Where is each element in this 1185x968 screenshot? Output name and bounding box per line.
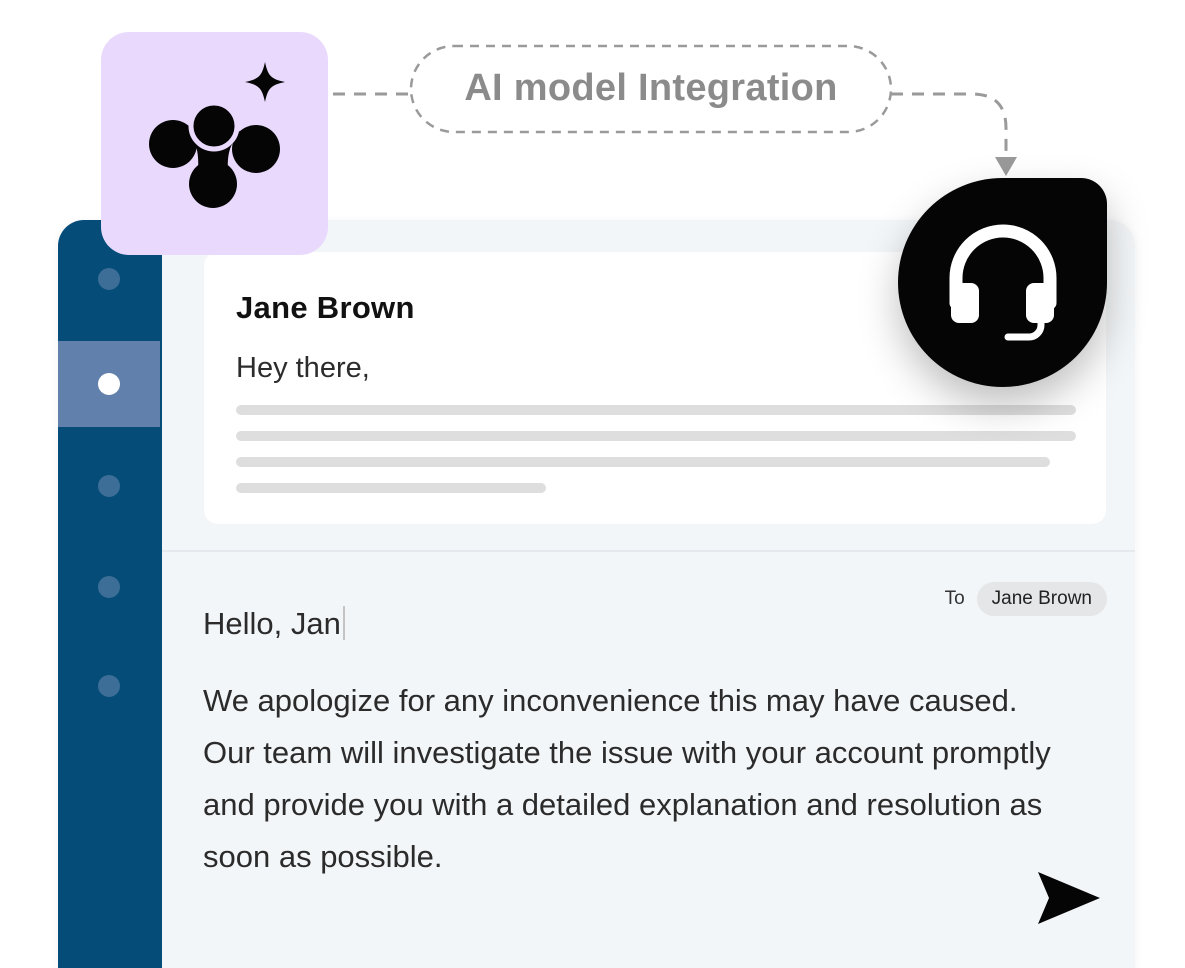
reply-body-text[interactable]: We apologize for any inconvenience this … [203,675,1063,883]
message-greeting: Hey there, [236,352,370,384]
text-cursor [342,606,345,640]
headset-icon [949,224,1057,341]
message-placeholder-line [236,405,1076,415]
recipient-chip[interactable]: Jane Brown [976,582,1107,616]
ai-sparkle-logo-icon [149,62,285,208]
message-placeholder-line [236,431,1076,441]
nav-dot-icon [98,576,120,598]
sidebar-item-2-active[interactable] [58,341,160,427]
sidebar-item-3[interactable] [58,443,160,529]
section-divider [162,550,1135,552]
support-badge [898,178,1107,387]
sidebar-item-4[interactable] [58,544,160,630]
reply-greeting-text: Hello, Jan [203,606,341,641]
message-placeholder-line [236,483,546,493]
nav-dot-icon [98,675,120,697]
nav-dot-icon [98,268,120,290]
reply-editor-greeting[interactable]: Hello, Jan [203,606,345,642]
ai-badge [101,32,328,255]
sidebar-item-5[interactable] [58,643,160,729]
send-icon[interactable] [1034,868,1104,928]
recipient-field: To Jane Brown [945,582,1107,616]
message-placeholder-line [236,457,1050,467]
nav-dot-icon [98,475,120,497]
to-label: To [944,588,965,609]
sender-name: Jane Brown [236,290,415,325]
integration-label: AI model Integration [464,66,838,109]
sidebar [58,220,162,968]
nav-dot-icon [98,373,120,395]
